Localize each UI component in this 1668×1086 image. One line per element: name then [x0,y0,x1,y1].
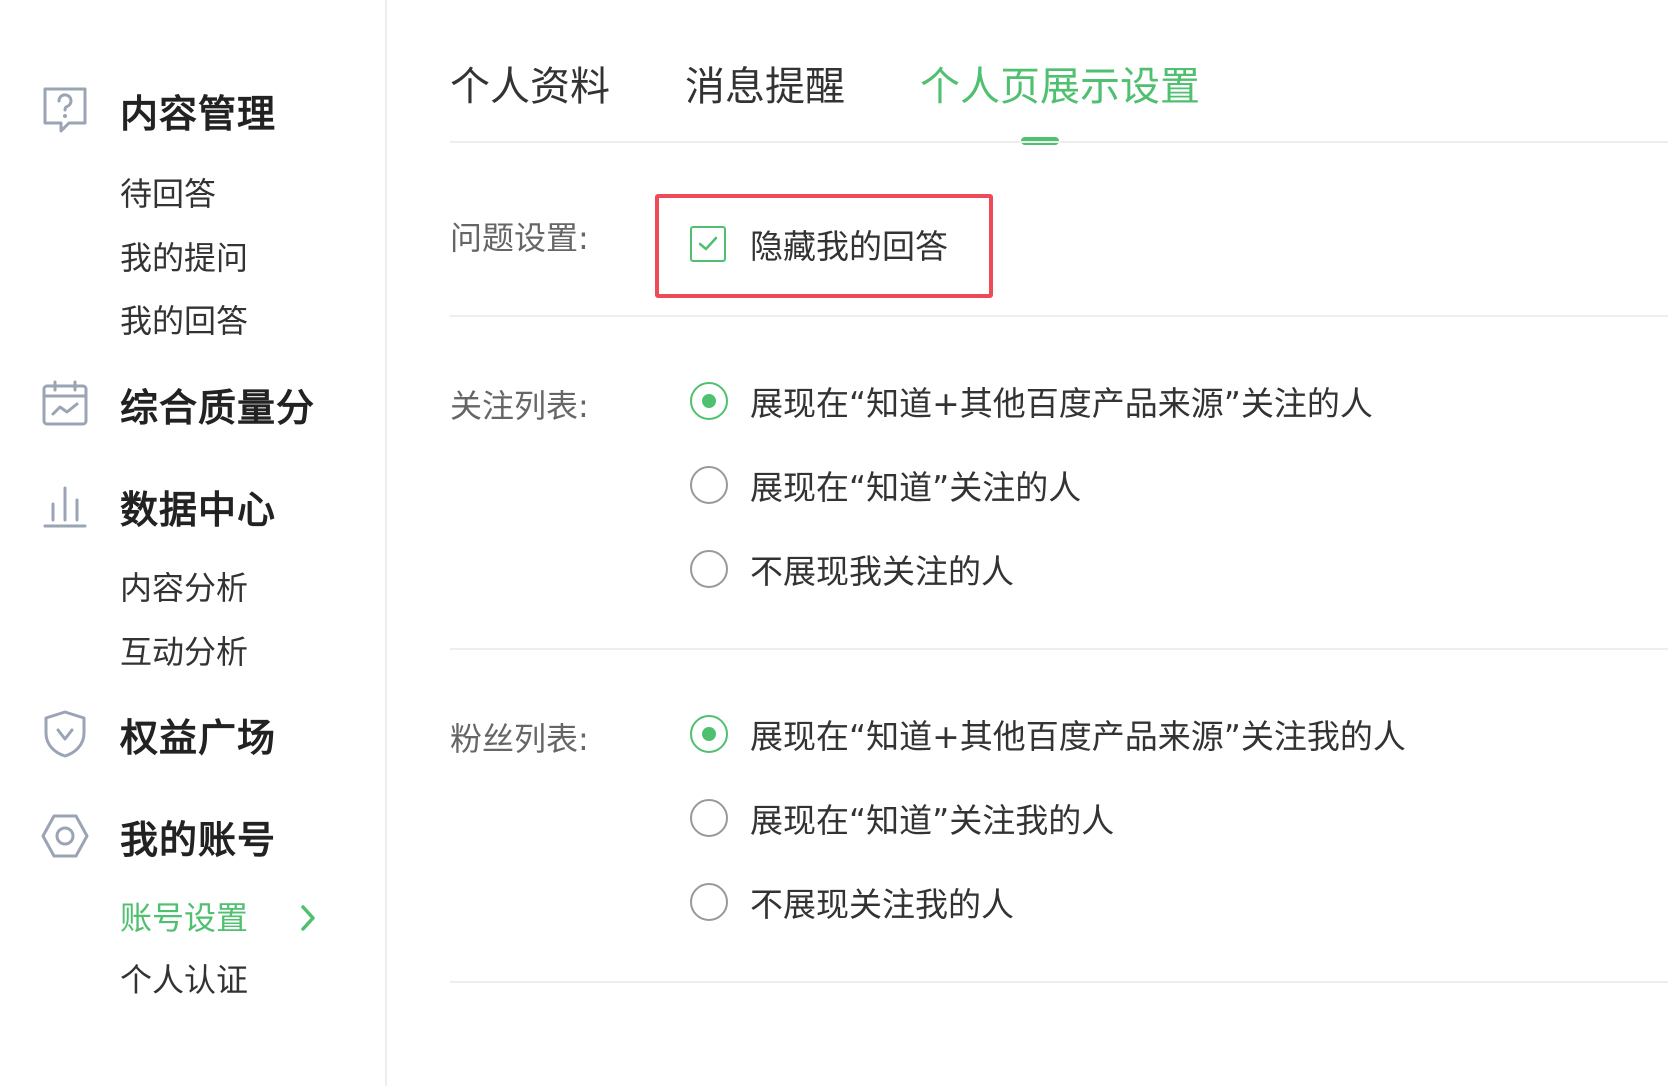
sidebar-section-title: 权益广场 [120,715,277,760]
follow-list-label: 关注列表: [450,387,589,425]
sidebar-section-quality-score[interactable]: 综合质量分 [40,374,315,434]
radio-unselected-icon[interactable] [690,466,728,504]
radio-label: 不展现我关注的人 [750,552,1014,591]
sidebar-section-content-management[interactable]: 内容管理 [40,80,276,140]
radio-label: 不展现关注我的人 [750,885,1014,924]
hexagon-icon [40,811,90,861]
fans-list-option-all-sources[interactable]: 展现在“知道+其他百度产品来源”关注我的人 [690,712,1406,756]
follow-list-option-zhidao-only[interactable]: 展现在“知道”关注的人 [690,463,1081,507]
sidebar-item-content-analysis[interactable]: 内容分析 [120,566,248,610]
sidebar-item-my-answers[interactable]: 我的回答 [120,299,248,343]
sidebar: 内容管理 待回答 我的提问 我的回答 综合质量分 数据中心 内容分析 互动分析 … [0,0,387,1086]
follow-list-option-hide[interactable]: 不展现我关注的人 [690,547,1014,591]
sidebar-section-my-account[interactable]: 我的账号 [40,806,276,866]
radio-unselected-icon[interactable] [690,799,728,837]
checkbox-label: 隐藏我的回答 [750,227,948,266]
sidebar-section-title: 数据中心 [120,487,277,532]
radio-selected-icon[interactable] [690,715,728,753]
fans-list-option-zhidao-only[interactable]: 展现在“知道”关注我的人 [690,796,1114,840]
sidebar-item-my-questions[interactable]: 我的提问 [120,236,248,280]
tab-profile-display-settings[interactable]: 个人页展示设置 [920,55,1200,119]
section-divider [450,648,1668,650]
calendar-chart-icon [40,379,90,429]
radio-unselected-icon[interactable] [690,550,728,588]
tab-bar: 个人资料 消息提醒 个人页展示设置 [450,55,1275,119]
question-settings-label: 问题设置: [450,219,589,257]
hide-my-answers-checkbox[interactable]: 隐藏我的回答 [690,222,948,266]
sidebar-item-personal-verification[interactable]: 个人认证 [120,958,248,1002]
sidebar-section-title: 我的账号 [120,817,277,862]
tab-personal-info[interactable]: 个人资料 [450,55,610,119]
fans-list-label: 粉丝列表: [450,720,589,758]
section-divider [450,315,1668,317]
sidebar-section-title: 内容管理 [120,91,277,136]
checkbox-checked-icon[interactable] [690,226,726,262]
radio-unselected-icon[interactable] [690,883,728,921]
tab-notifications[interactable]: 消息提醒 [685,55,845,119]
sidebar-item-interaction-analysis[interactable]: 互动分析 [120,630,248,674]
fans-list-option-hide[interactable]: 不展现关注我的人 [690,880,1014,924]
section-divider [450,981,1668,983]
chevron-right-icon [298,896,326,940]
tab-divider [450,141,1668,143]
shield-icon [40,709,90,759]
radio-label: 展现在“知道”关注我的人 [750,801,1115,840]
question-icon [40,85,90,135]
sidebar-item-pending-answers[interactable]: 待回答 [120,172,216,216]
bar-chart-icon [40,481,90,531]
sidebar-section-title: 综合质量分 [120,385,316,430]
radio-selected-icon[interactable] [690,382,728,420]
sidebar-section-rights-plaza[interactable]: 权益广场 [40,704,276,764]
radio-label: 展现在“知道+其他百度产品来源”关注我的人 [750,717,1406,756]
follow-list-option-all-sources[interactable]: 展现在“知道+其他百度产品来源”关注的人 [690,379,1373,423]
radio-label: 展现在“知道”关注的人 [750,468,1082,507]
sidebar-item-account-settings[interactable]: 账号设置 [120,896,248,940]
sidebar-section-data-center[interactable]: 数据中心 [40,476,276,536]
radio-label: 展现在“知道+其他百度产品来源”关注的人 [750,384,1373,423]
